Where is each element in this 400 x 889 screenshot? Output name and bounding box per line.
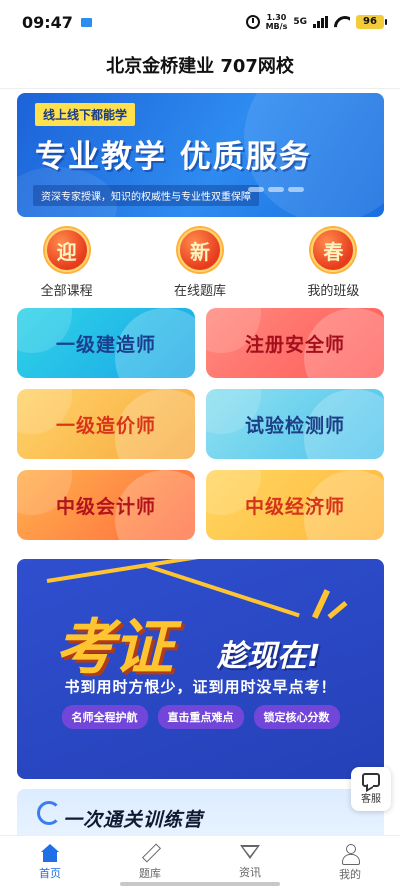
home-indicator[interactable] [120, 882, 280, 886]
banner-decoration [46, 559, 374, 583]
home-icon [40, 844, 60, 862]
tab-profile[interactable]: 我的 [300, 836, 400, 889]
tab-label: 题库 [139, 867, 161, 880]
tab-label: 我的 [339, 868, 361, 881]
category-label: 中级经济师 [244, 495, 345, 518]
wifi-icon [334, 16, 350, 28]
category-card-safety-engineer[interactable]: 注册安全师 [206, 308, 384, 378]
quick-nav-label: 我的班级 [307, 284, 360, 299]
battery-icon: 96 [356, 15, 387, 29]
lantern-badge-icon: 迎 [44, 228, 89, 272]
status-bar: 09:47 1.30 MB/s 5G 96 [0, 0, 400, 44]
tab-label: 资讯 [239, 866, 261, 879]
tab-home[interactable]: 首页 [0, 836, 100, 889]
title-divider [0, 88, 400, 89]
hero-headline: 专业教学 优质服务 [35, 139, 312, 175]
category-label: 试验检测师 [244, 414, 345, 437]
category-label: 一级造价师 [55, 414, 156, 437]
hero-subtitle: 资深专家授课，知识的权威性与专业性双重保障 [33, 185, 259, 206]
lantern-badge-icon: 新 [177, 228, 222, 272]
customer-service-button[interactable]: 客服 [351, 767, 391, 811]
network-type: 5G [293, 17, 307, 27]
exam-pills: 名师全程护航 直击重点难点 锁定核心分数 [17, 705, 384, 729]
quick-nav-label: 在线题库 [173, 284, 226, 299]
pencil-icon [141, 844, 159, 862]
category-label: 注册安全师 [244, 333, 345, 356]
exam-promo-banner[interactable]: 考证 趁现在! 书到用时方恨少，证到用时没早点考！ 名师全程护航 直击重点难点 … [17, 559, 384, 779]
circle-decoration-icon [37, 801, 61, 825]
network-speed: 1.30 MB/s [266, 13, 288, 31]
category-label: 一级建造师 [55, 333, 156, 356]
training-camp-title: 一次通关训练营 [63, 809, 204, 831]
exam-pill: 直击重点难点 [157, 705, 244, 729]
hero-stripes [248, 187, 304, 192]
user-icon [341, 844, 360, 865]
exam-headline-suffix: 趁现在! [217, 639, 321, 674]
page-title: 北京金桥建业 707网校 [106, 56, 294, 77]
hero-tag: 线上线下都能学 [35, 103, 136, 126]
quick-nav-label: 全部课程 [40, 284, 93, 299]
hero-banner[interactable]: 线上线下都能学 专业教学 优质服务 资深专家授课，知识的权威性与专业性双重保障 [17, 93, 384, 217]
exam-headline: 考证 [55, 613, 173, 683]
customer-service-label: 客服 [361, 794, 381, 805]
news-icon [240, 845, 260, 861]
signal-icon [313, 16, 328, 28]
tab-label: 首页 [39, 867, 61, 880]
category-grid: 一级建造师 注册安全师 一级造价师 试验检测师 中级会计师 中级经济师 [17, 308, 384, 540]
quick-nav-my-class[interactable]: 春 我的班级 [267, 228, 400, 299]
category-card-accountant[interactable]: 中级会计师 [17, 470, 195, 540]
network-speed-unit: MB/s [265, 22, 288, 31]
quick-nav-all-courses[interactable]: 迎 全部课程 [0, 228, 133, 299]
banner-decoration [327, 601, 348, 619]
category-card-test-engineer[interactable]: 试验检测师 [206, 389, 384, 459]
bottom-tab-bar: 首页 题库 资讯 我的 [0, 835, 400, 889]
network-speed-value: 1.30 [266, 13, 287, 22]
exam-pill: 名师全程护航 [61, 705, 148, 729]
alarm-icon [245, 15, 260, 29]
chat-icon [362, 773, 380, 787]
category-label: 中级会计师 [55, 495, 156, 518]
category-card-cost-engineer[interactable]: 一级造价师 [17, 389, 195, 459]
status-time: 09:47 [22, 12, 73, 32]
exam-slogan: 书到用时方恨少，证到用时没早点考！ [64, 678, 337, 696]
status-icons: 1.30 MB/s 5G 96 [245, 13, 387, 31]
quick-nav-question-bank[interactable]: 新 在线题库 [133, 228, 266, 299]
category-card-economist[interactable]: 中级经济师 [206, 470, 384, 540]
exam-pill: 锁定核心分数 [253, 705, 340, 729]
lantern-badge-icon: 春 [311, 228, 356, 272]
notification-icon [80, 17, 92, 27]
category-card-constructor[interactable]: 一级建造师 [17, 308, 195, 378]
quick-nav: 迎 全部课程 新 在线题库 春 我的班级 [0, 228, 400, 299]
